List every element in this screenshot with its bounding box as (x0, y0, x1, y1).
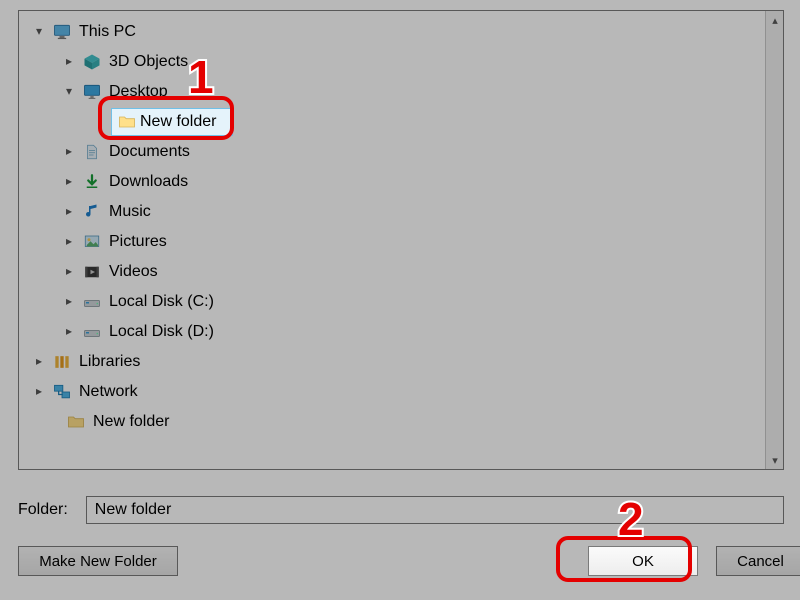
chevron-right-icon[interactable]: ▸ (61, 204, 77, 220)
tree-item-disk-c[interactable]: ▸ Local Disk (C:) (27, 287, 761, 317)
download-icon (81, 171, 103, 193)
tree-item-disk-d[interactable]: ▸ Local Disk (D:) (27, 317, 761, 347)
chevron-right-icon[interactable]: ▸ (61, 324, 77, 340)
chevron-right-icon[interactable]: ▸ (61, 54, 77, 70)
make-new-folder-button[interactable]: Make New Folder (18, 546, 178, 576)
tree-label: Libraries (77, 352, 142, 372)
scroll-down-icon[interactable]: ▾ (766, 451, 784, 469)
cube-icon (81, 51, 103, 73)
desktop-icon (81, 81, 103, 103)
chevron-down-icon[interactable]: ▾ (61, 84, 77, 100)
vertical-scrollbar[interactable]: ▴ ▾ (765, 11, 783, 469)
ok-button[interactable]: OK (588, 546, 698, 576)
tree-label: New folder (91, 412, 171, 432)
drive-icon (81, 321, 103, 343)
document-icon (81, 141, 103, 163)
tree-item-3d-objects[interactable]: ▸ 3D Objects (27, 47, 761, 77)
chevron-right-icon[interactable]: ▸ (31, 354, 47, 370)
monitor-icon (51, 21, 73, 43)
drive-icon (81, 291, 103, 313)
tree-item-network[interactable]: ▸ Network (27, 377, 761, 407)
tree-label: Local Disk (D:) (107, 322, 216, 342)
selection-highlight: New folder (111, 108, 233, 136)
chevron-right-icon[interactable]: ▸ (61, 264, 77, 280)
tree-item-documents[interactable]: ▸ Documents (27, 137, 761, 167)
tree-label: Desktop (107, 82, 170, 102)
tree-label: Videos (107, 262, 160, 282)
chevron-right-icon[interactable]: ▸ (61, 234, 77, 250)
tree-label: Documents (107, 142, 192, 162)
chevron-down-icon[interactable]: ▾ (31, 24, 47, 40)
tree-item-new-folder-selected[interactable]: New folder (27, 107, 761, 137)
network-icon (51, 381, 73, 403)
folder-field-label: Folder: (18, 501, 68, 519)
spacer (91, 114, 107, 130)
folder-path-row: Folder: (18, 496, 784, 524)
dialog-button-row: Make New Folder OK Cancel (18, 546, 784, 580)
folder-path-input[interactable] (86, 496, 784, 524)
tree-label: Downloads (107, 172, 190, 192)
tree-label: This PC (77, 22, 138, 42)
chevron-right-icon[interactable]: ▸ (61, 144, 77, 160)
tree-item-videos[interactable]: ▸ Videos (27, 257, 761, 287)
chevron-right-icon[interactable]: ▸ (61, 294, 77, 310)
tree-item-libraries[interactable]: ▸ Libraries (27, 347, 761, 377)
music-icon (81, 201, 103, 223)
tree-label: New folder (138, 112, 218, 132)
tree-label: Pictures (107, 232, 169, 252)
folder-icon (65, 411, 87, 433)
folder-icon (116, 111, 138, 133)
folder-tree-pane: ▾ This PC ▸ 3D Objects ▾ Desktop (18, 10, 784, 470)
libraries-icon (51, 351, 73, 373)
tree-item-downloads[interactable]: ▸ Downloads (27, 167, 761, 197)
chevron-right-icon[interactable]: ▸ (31, 384, 47, 400)
video-icon (81, 261, 103, 283)
tree-label: 3D Objects (107, 52, 190, 72)
tree-item-this-pc[interactable]: ▾ This PC (27, 17, 761, 47)
scroll-up-icon[interactable]: ▴ (766, 11, 784, 29)
cancel-button[interactable]: Cancel (716, 546, 800, 576)
tree-label: Music (107, 202, 153, 222)
tree-label: Network (77, 382, 140, 402)
chevron-right-icon[interactable]: ▸ (61, 174, 77, 190)
tree-item-desktop[interactable]: ▾ Desktop (27, 77, 761, 107)
tree-item-music[interactable]: ▸ Music (27, 197, 761, 227)
tree-label: Local Disk (C:) (107, 292, 216, 312)
tree-item-new-folder[interactable]: New folder (27, 407, 761, 437)
folder-tree[interactable]: ▾ This PC ▸ 3D Objects ▾ Desktop (19, 11, 765, 469)
picture-icon (81, 231, 103, 253)
tree-item-pictures[interactable]: ▸ Pictures (27, 227, 761, 257)
